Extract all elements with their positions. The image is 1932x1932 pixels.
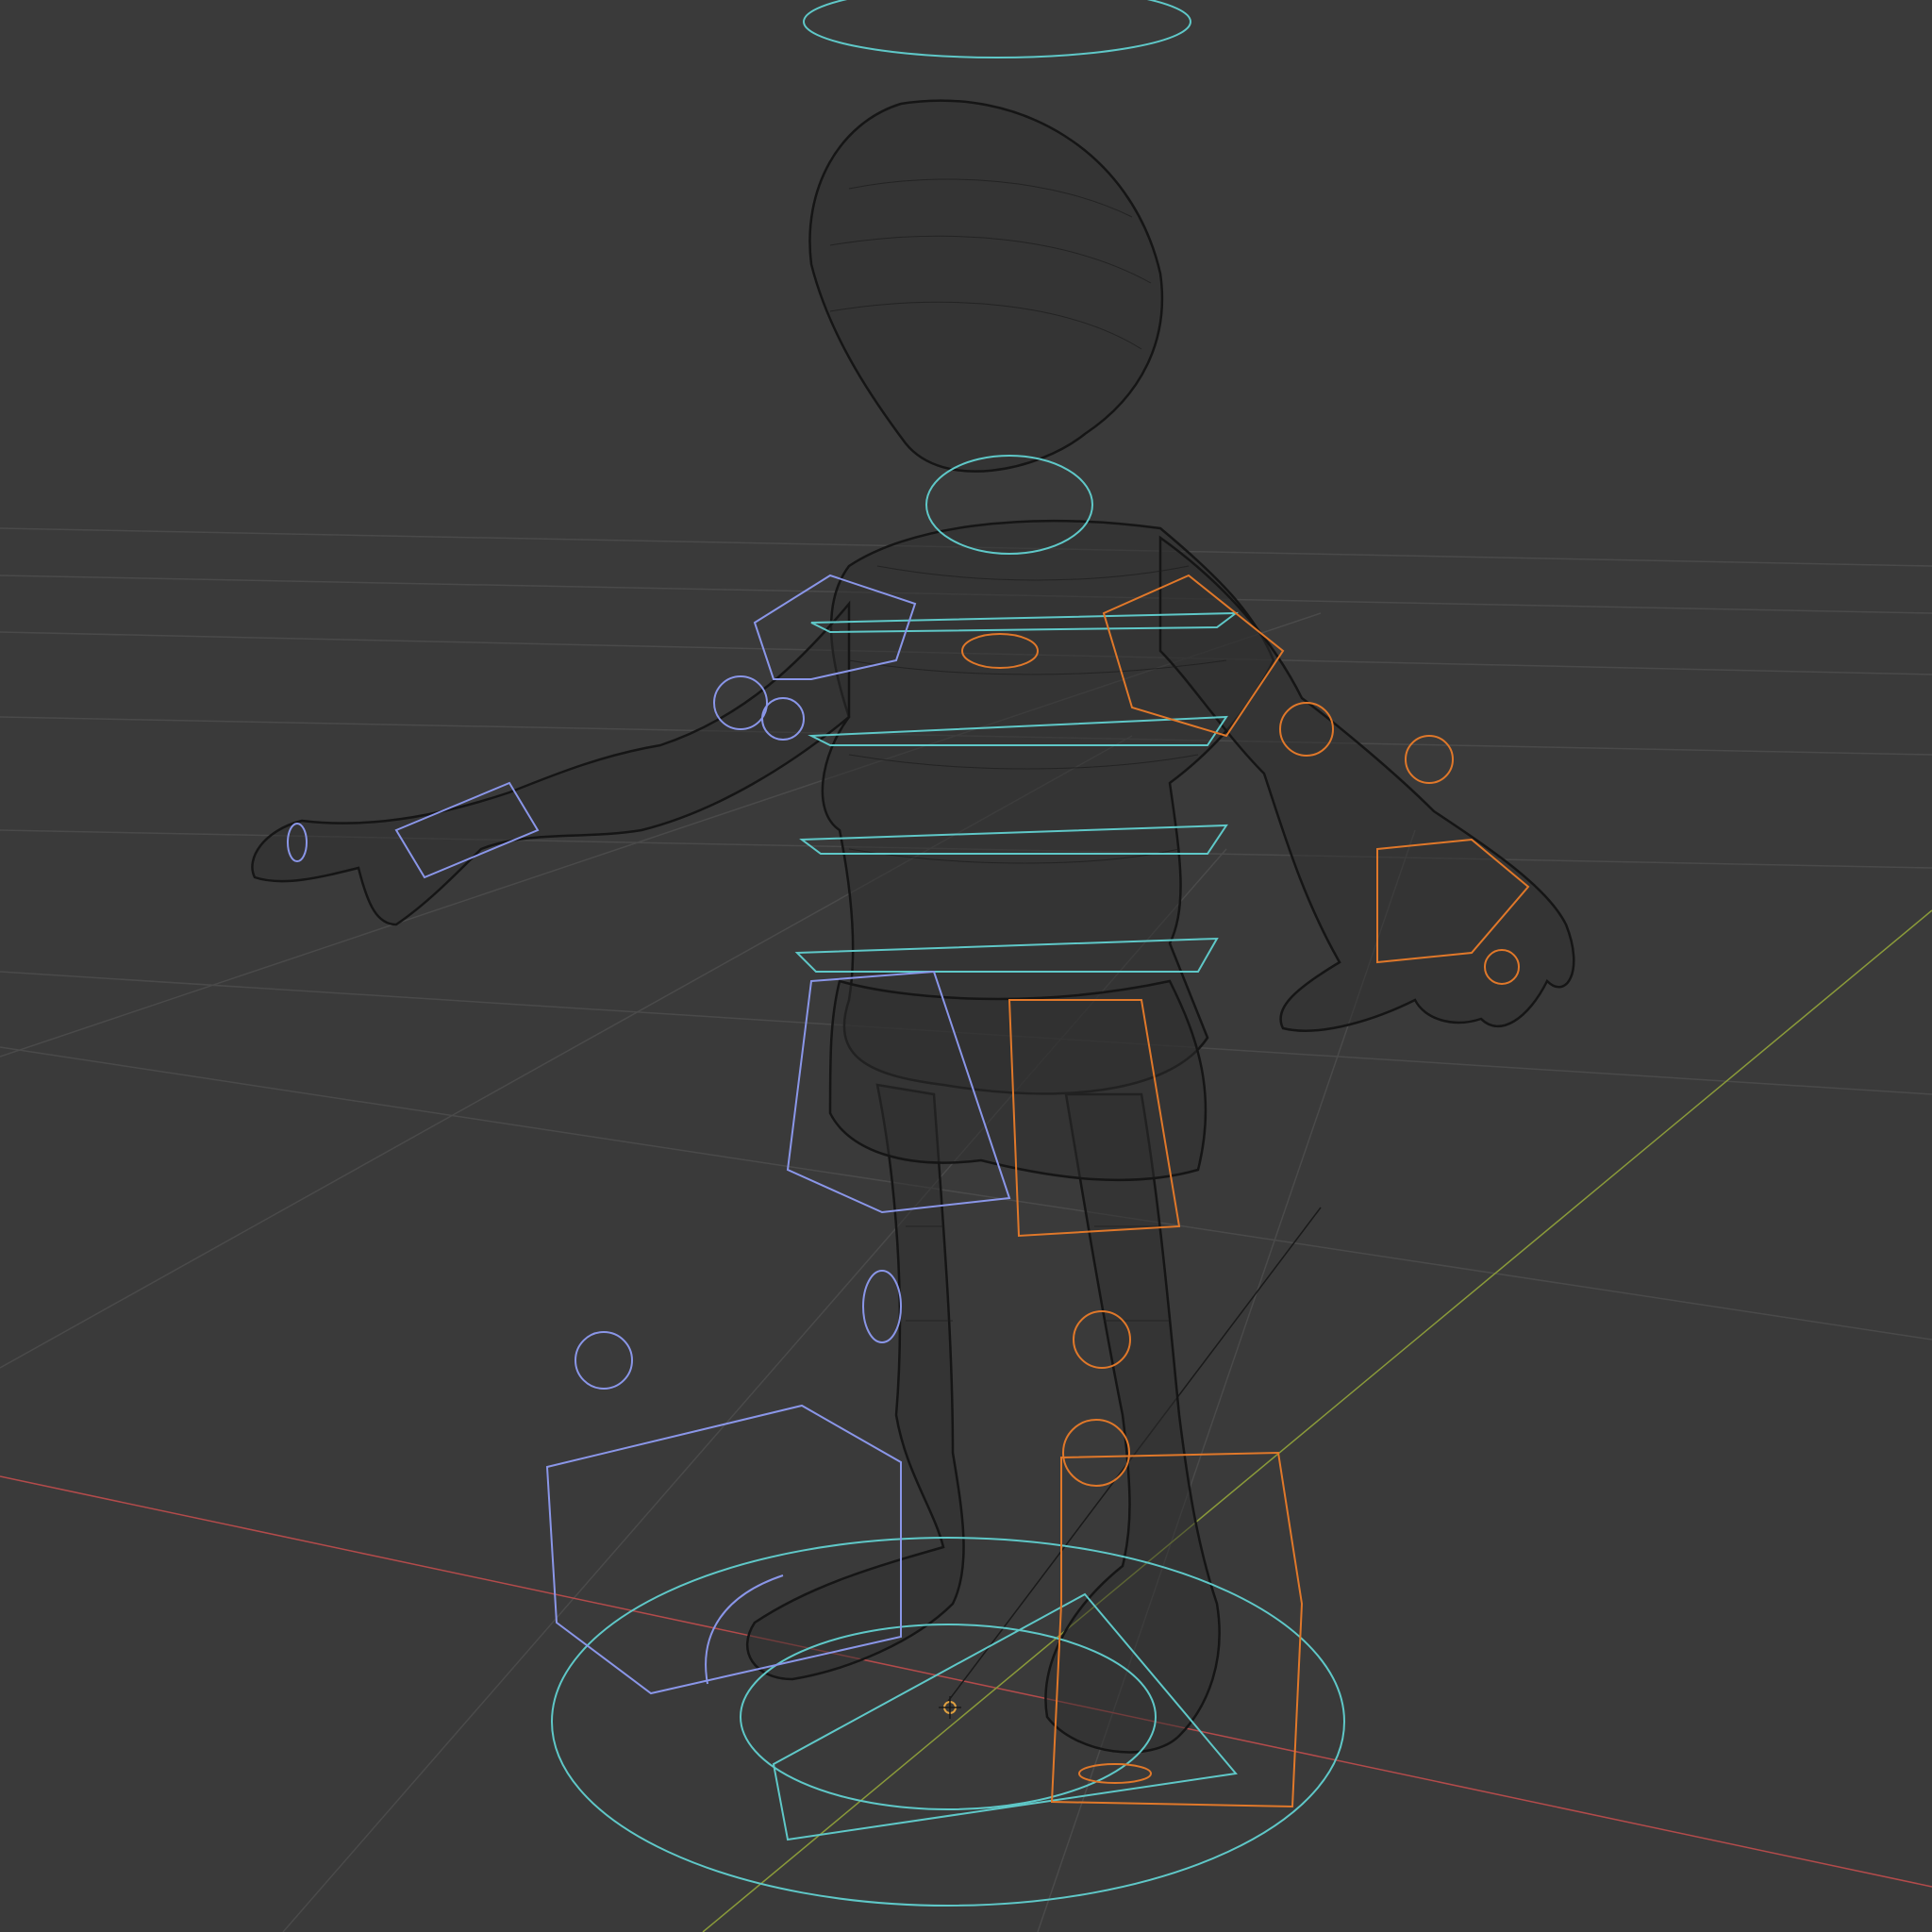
head-top-control	[803, 0, 1191, 58]
ik-target-l	[575, 1331, 633, 1390]
knee-l-control	[862, 1270, 902, 1343]
wrist-r-control	[1405, 735, 1454, 784]
character-mesh[interactable]	[251, 99, 1575, 1754]
origin-icon	[939, 1696, 961, 1719]
viewport-canvas[interactable]	[0, 0, 1932, 1932]
heel-r-control	[1078, 1763, 1152, 1784]
3d-viewport[interactable]	[0, 0, 1932, 1932]
ik-target-r	[1062, 1419, 1130, 1487]
